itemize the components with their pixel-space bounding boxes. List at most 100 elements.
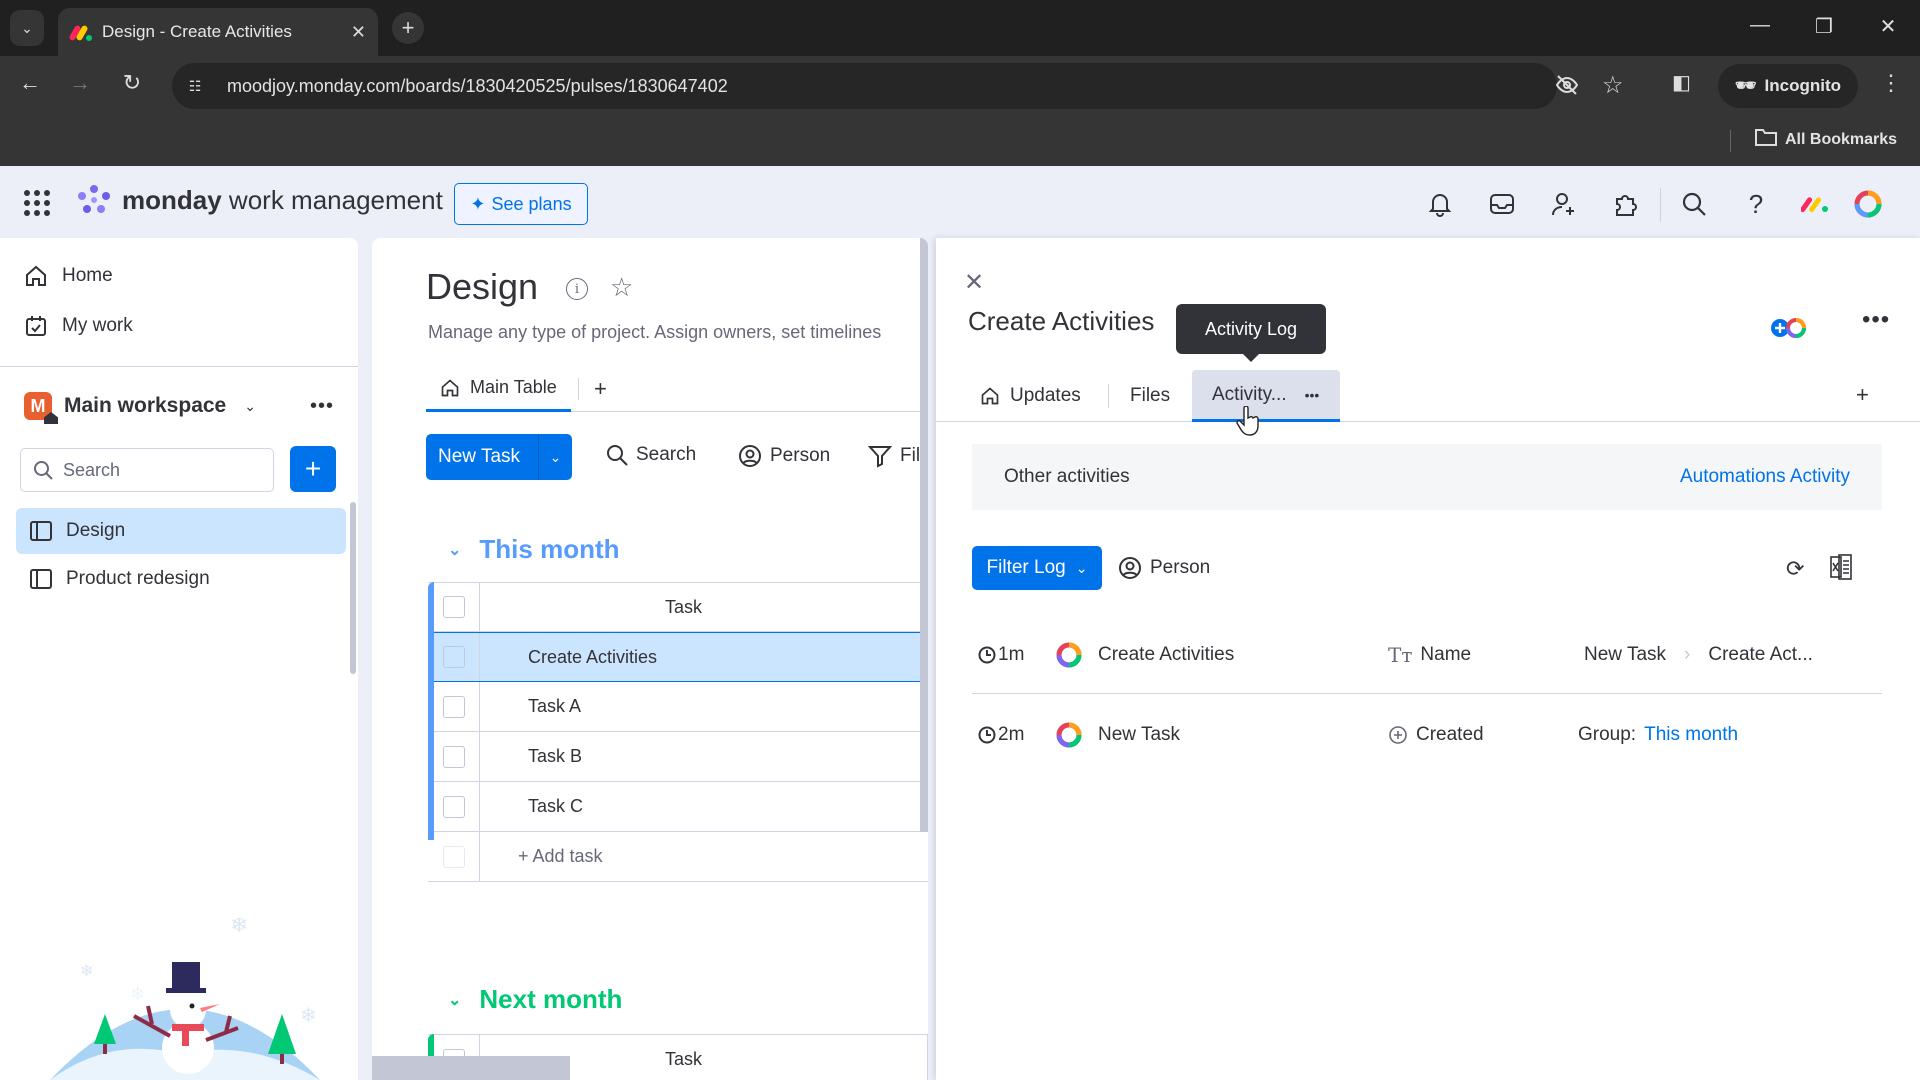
item-tabs: Updates Files Activity... ••• + <box>936 370 1920 422</box>
log-time: 2m <box>972 724 1040 746</box>
minimize-icon[interactable]: — <box>1740 14 1780 37</box>
log-item-name[interactable]: Create Activities <box>1098 644 1388 666</box>
reload-icon[interactable]: ↻ <box>114 70 150 96</box>
table-row[interactable]: Task A <box>428 682 928 732</box>
bell-icon[interactable] <box>1424 188 1456 220</box>
svg-text:❄: ❄ <box>130 984 145 1004</box>
browser-toolbar: ← → ↻ ☷ moodjoy.monday.com/boards/183042… <box>0 56 1920 116</box>
tab-main-table[interactable]: Main Table <box>426 366 571 412</box>
invite-members-icon[interactable] <box>1548 188 1580 220</box>
other-activities-bar: Other activities Automations Activity <box>972 444 1882 510</box>
subscribers-button[interactable] <box>1768 308 1818 348</box>
user-avatar-icon <box>1056 642 1082 667</box>
all-bookmarks-button[interactable]: All Bookmarks <box>1755 128 1897 151</box>
sidebar-board-design[interactable]: Design <box>16 508 346 554</box>
add-task-row[interactable]: + Add task <box>428 832 928 882</box>
board-description: Manage any type of project. Assign owner… <box>428 322 882 342</box>
person-filter-button[interactable]: Person <box>738 444 830 468</box>
apps-puzzle-icon[interactable] <box>1610 188 1642 220</box>
favorite-star-icon[interactable]: ☆ <box>610 272 633 303</box>
sidebar-scrollbar[interactable] <box>350 502 356 674</box>
more-options-icon[interactable]: ••• <box>310 395 334 418</box>
column-header-task[interactable]: Task <box>480 583 928 631</box>
add-task-input[interactable]: + Add task <box>480 832 928 881</box>
item-title[interactable]: Create Activities <box>968 306 1154 337</box>
incognito-badge[interactable]: 🕶 Incognito <box>1718 64 1858 108</box>
inbox-icon[interactable] <box>1486 188 1518 220</box>
clock-icon <box>978 726 996 744</box>
refresh-icon[interactable]: ⟳ <box>1786 556 1804 582</box>
sidebar-board-product-redesign[interactable]: Product redesign <box>16 556 346 602</box>
activity-log-row[interactable]: 1m Create Activities Tт Name New Task › … <box>972 616 1882 694</box>
sidebar-search-input[interactable]: Search <box>20 448 274 492</box>
add-tab-button[interactable]: + <box>1856 382 1869 408</box>
search-icon <box>34 461 53 480</box>
info-icon[interactable]: i <box>566 278 588 300</box>
monday-logo[interactable]: monday work management <box>76 184 443 216</box>
restore-icon[interactable]: ❐ <box>1804 14 1844 39</box>
sidebar-item-home[interactable]: Home <box>24 264 113 288</box>
divider <box>1108 384 1109 408</box>
back-icon[interactable]: ← <box>12 70 48 96</box>
help-icon[interactable]: ? <box>1740 188 1772 220</box>
filter-log-button[interactable]: Filter Log ⌄ <box>972 546 1102 590</box>
group-header-this-month[interactable]: ⌄ This month <box>448 534 620 565</box>
app-switcher-icon[interactable] <box>24 190 50 216</box>
tab-files[interactable]: Files <box>1130 370 1170 422</box>
more-options-icon[interactable]: ••• <box>1305 387 1320 403</box>
person-filter-button[interactable]: Person <box>1118 556 1210 580</box>
hand-pointer-cursor-icon <box>1236 406 1259 436</box>
tab-title: Design - Create Activities <box>102 22 292 41</box>
chevron-down-icon[interactable]: ⌄ <box>448 990 461 1010</box>
activity-log-row[interactable]: 2m New Task Created Group: This month <box>972 696 1882 774</box>
table-row[interactable]: Task B <box>428 732 928 782</box>
row-checkbox[interactable] <box>442 795 465 818</box>
browser-tab[interactable]: Design - Create Activities ✕ <box>58 8 378 56</box>
row-checkbox[interactable] <box>442 745 465 768</box>
table-row[interactable]: Task C <box>428 782 928 832</box>
row-checkbox[interactable] <box>442 646 465 668</box>
new-tab-button[interactable]: + <box>392 12 424 44</box>
chevron-down-icon[interactable]: ⌄ <box>244 398 256 415</box>
board-horizontal-scrollbar[interactable] <box>372 1056 570 1080</box>
close-tab-icon[interactable]: ✕ <box>351 22 366 43</box>
divider <box>578 378 579 400</box>
bookmark-star-icon[interactable]: ☆ <box>1602 71 1624 100</box>
table-row[interactable]: Create Activities <box>428 632 928 682</box>
tab-activity-log[interactable]: Activity... ••• <box>1192 370 1340 422</box>
add-view-button[interactable]: + <box>594 376 607 402</box>
select-all-checkbox[interactable] <box>442 596 465 618</box>
group-header-next-month[interactable]: ⌄ Next month <box>448 984 622 1015</box>
tab-search-button[interactable]: ⌄ <box>10 10 44 46</box>
sidebar-item-my-work[interactable]: My work <box>24 314 133 338</box>
export-excel-icon[interactable] <box>1830 554 1852 585</box>
address-bar[interactable]: ☷ moodjoy.monday.com/boards/1830420525/p… <box>172 63 1624 109</box>
side-panel-icon[interactable]: ◧ <box>1672 70 1691 95</box>
account-avatar-icon[interactable] <box>1848 184 1888 224</box>
site-settings-icon[interactable]: ☷ <box>177 68 213 104</box>
chevron-down-icon[interactable]: ⌄ <box>538 434 572 480</box>
chevron-down-icon[interactable]: ⌄ <box>448 540 461 560</box>
group-color-bar <box>428 582 434 840</box>
eye-off-icon[interactable] <box>1555 73 1579 103</box>
board-vertical-scrollbar[interactable] <box>920 238 928 832</box>
workspace-selector[interactable]: M Main workspace ⌄ ••• <box>24 386 334 426</box>
see-plans-button[interactable]: ✦ See plans <box>454 183 588 225</box>
log-item-name[interactable]: New Task <box>1098 724 1388 746</box>
board-title: Design <box>426 266 539 307</box>
search-icon[interactable] <box>1678 188 1710 220</box>
close-window-icon[interactable]: ✕ <box>1868 14 1908 39</box>
automations-activity-link[interactable]: Automations Activity <box>1680 466 1850 488</box>
group-link[interactable]: This month <box>1644 724 1738 746</box>
browser-menu-icon[interactable]: ⋮ <box>1880 70 1902 96</box>
new-task-button[interactable]: New Task ⌄ <box>426 434 572 480</box>
add-board-button[interactable]: + <box>290 446 336 492</box>
row-checkbox[interactable] <box>442 695 465 718</box>
tab-updates[interactable]: Updates <box>980 370 1081 422</box>
close-panel-icon[interactable]: ✕ <box>964 268 984 297</box>
more-options-icon[interactable]: ••• <box>1862 306 1890 334</box>
forward-icon[interactable]: → <box>62 70 98 96</box>
board-search-button[interactable]: Search <box>606 444 696 466</box>
monday-logo-icon[interactable] <box>1800 188 1832 220</box>
filter-button[interactable]: Filter <box>868 444 928 468</box>
